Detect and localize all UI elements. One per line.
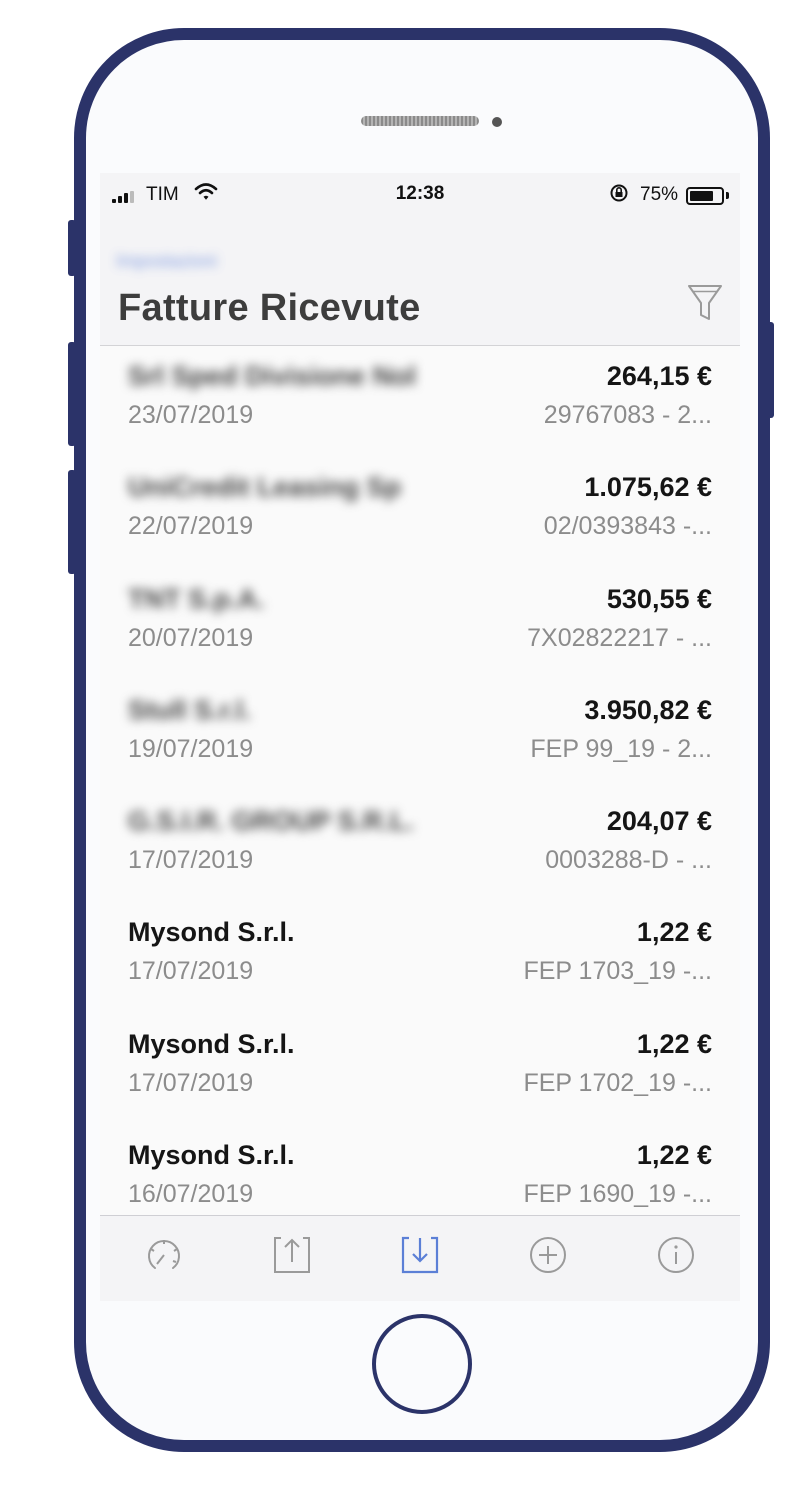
invoice-date: 17/07/2019 xyxy=(128,957,254,986)
supplier-name: UniCredit Leasing Sp xyxy=(128,472,402,503)
battery-percent: 75% xyxy=(640,184,679,205)
supplier-name: Mysond S.r.l. xyxy=(128,1140,295,1171)
dashboard-icon xyxy=(148,1240,180,1269)
app-screen: TIM 12:38 75% Impostazioni Fatture Ricev… xyxy=(100,173,740,1301)
supplier-name: Mysond S.r.l. xyxy=(128,1028,295,1059)
invoice-row[interactable]: Stull S.r.l. 3.950,82 € 19/07/2019 FEP 99_1… xyxy=(100,681,740,792)
invoice-row[interactable]: Srl Sped Divisione Nol 264,15 € 23/07/2019… xyxy=(100,347,740,458)
invoice-amount: 530,55 € xyxy=(606,583,712,614)
tab-dashboard[interactable] xyxy=(100,1234,228,1290)
battery-icon xyxy=(686,187,724,205)
invoice-amount: 204,07 € xyxy=(606,806,712,837)
invoice-reference: 7X02822217 - ... xyxy=(527,623,712,652)
invoice-date: 17/07/2019 xyxy=(128,846,254,875)
invoice-row[interactable]: Mysond S.r.l. 1,22 € 17/07/2019 FEP 1703_19… xyxy=(100,903,740,1014)
invoice-row[interactable]: TNT S.p.A. 530,55 € 20/07/2019 7X02822217 -… xyxy=(100,570,740,681)
phone-frame: TIM 12:38 75% Impostazioni Fatture Ricev… xyxy=(74,28,770,1452)
invoice-amount: 1,22 € xyxy=(636,1028,712,1059)
supplier-name: TNT S.p.A. xyxy=(128,583,265,614)
invoice-list[interactable]: Srl Sped Divisione Nol 264,15 € 23/07/2019… xyxy=(100,347,740,1215)
invoice-date: 20/07/2019 xyxy=(128,623,254,652)
tab-bar xyxy=(100,1215,740,1301)
invoice-reference: 29767083 - 2... xyxy=(543,401,712,429)
invoice-amount: 1.075,62 € xyxy=(584,472,712,503)
supplier-name: G.S.I.R. GROUP S.R.L. xyxy=(128,806,415,837)
invoice-reference: FEP 1702_19 -... xyxy=(523,1068,712,1097)
invoice-row[interactable]: G.S.I.R. GROUP S.R.L. 204,07 € 17/07/2019 0… xyxy=(100,792,740,903)
tab-upload[interactable] xyxy=(228,1234,356,1290)
battery-tip xyxy=(726,192,729,199)
invoice-date: 16/07/2019 xyxy=(128,1180,254,1209)
navigation-header: Impostazioni Fatture Ricevute xyxy=(100,213,740,346)
orientation-lock-icon xyxy=(610,184,628,202)
invoice-amount: 3.950,82 € xyxy=(584,694,712,725)
invoice-amount: 264,15 € xyxy=(606,361,712,391)
upload-icon xyxy=(274,1237,310,1273)
speaker-grille xyxy=(361,116,479,126)
front-camera xyxy=(492,117,502,127)
invoice-row[interactable]: Mysond S.r.l. 1,22 € 16/07/2019 FEP 1690_19… xyxy=(100,1126,740,1215)
invoice-date: 17/07/2019 xyxy=(128,1068,254,1097)
home-button[interactable] xyxy=(372,1314,472,1414)
invoice-reference: 02/0393843 -... xyxy=(543,512,712,541)
invoice-reference: FEP 1703_19 -... xyxy=(523,957,712,986)
filter-icon[interactable] xyxy=(686,281,724,325)
page-title: Fatture Ricevute xyxy=(118,287,421,329)
back-button[interactable]: Impostazioni xyxy=(116,251,217,272)
invoice-row[interactable]: Mysond S.r.l. 1,22 € 17/07/2019 FEP 1702_19… xyxy=(100,1015,740,1126)
invoice-reference: FEP 1690_19 -... xyxy=(523,1180,712,1209)
invoice-date: 22/07/2019 xyxy=(128,512,254,541)
status-bar: TIM 12:38 75% xyxy=(100,173,740,213)
invoice-reference: 0003288-D - ... xyxy=(545,846,712,875)
tab-download[interactable] xyxy=(356,1234,484,1290)
invoice-date: 23/07/2019 xyxy=(128,401,254,429)
add-icon xyxy=(530,1237,566,1273)
invoice-row[interactable]: UniCredit Leasing Sp 1.075,62 € 22/07/2019… xyxy=(100,458,740,569)
supplier-name: Mysond S.r.l. xyxy=(128,917,295,948)
download-icon xyxy=(401,1236,439,1274)
invoice-amount: 1,22 € xyxy=(636,1140,712,1171)
info-icon xyxy=(658,1237,694,1273)
invoice-amount: 1,22 € xyxy=(636,917,712,948)
tab-info[interactable] xyxy=(612,1234,740,1290)
supplier-name: Stull S.r.l. xyxy=(128,694,252,725)
tab-add[interactable] xyxy=(484,1234,612,1290)
invoice-reference: FEP 99_19 - 2... xyxy=(530,734,712,763)
supplier-name: Srl Sped Divisione Nol xyxy=(128,361,417,391)
invoice-date: 19/07/2019 xyxy=(128,734,254,763)
